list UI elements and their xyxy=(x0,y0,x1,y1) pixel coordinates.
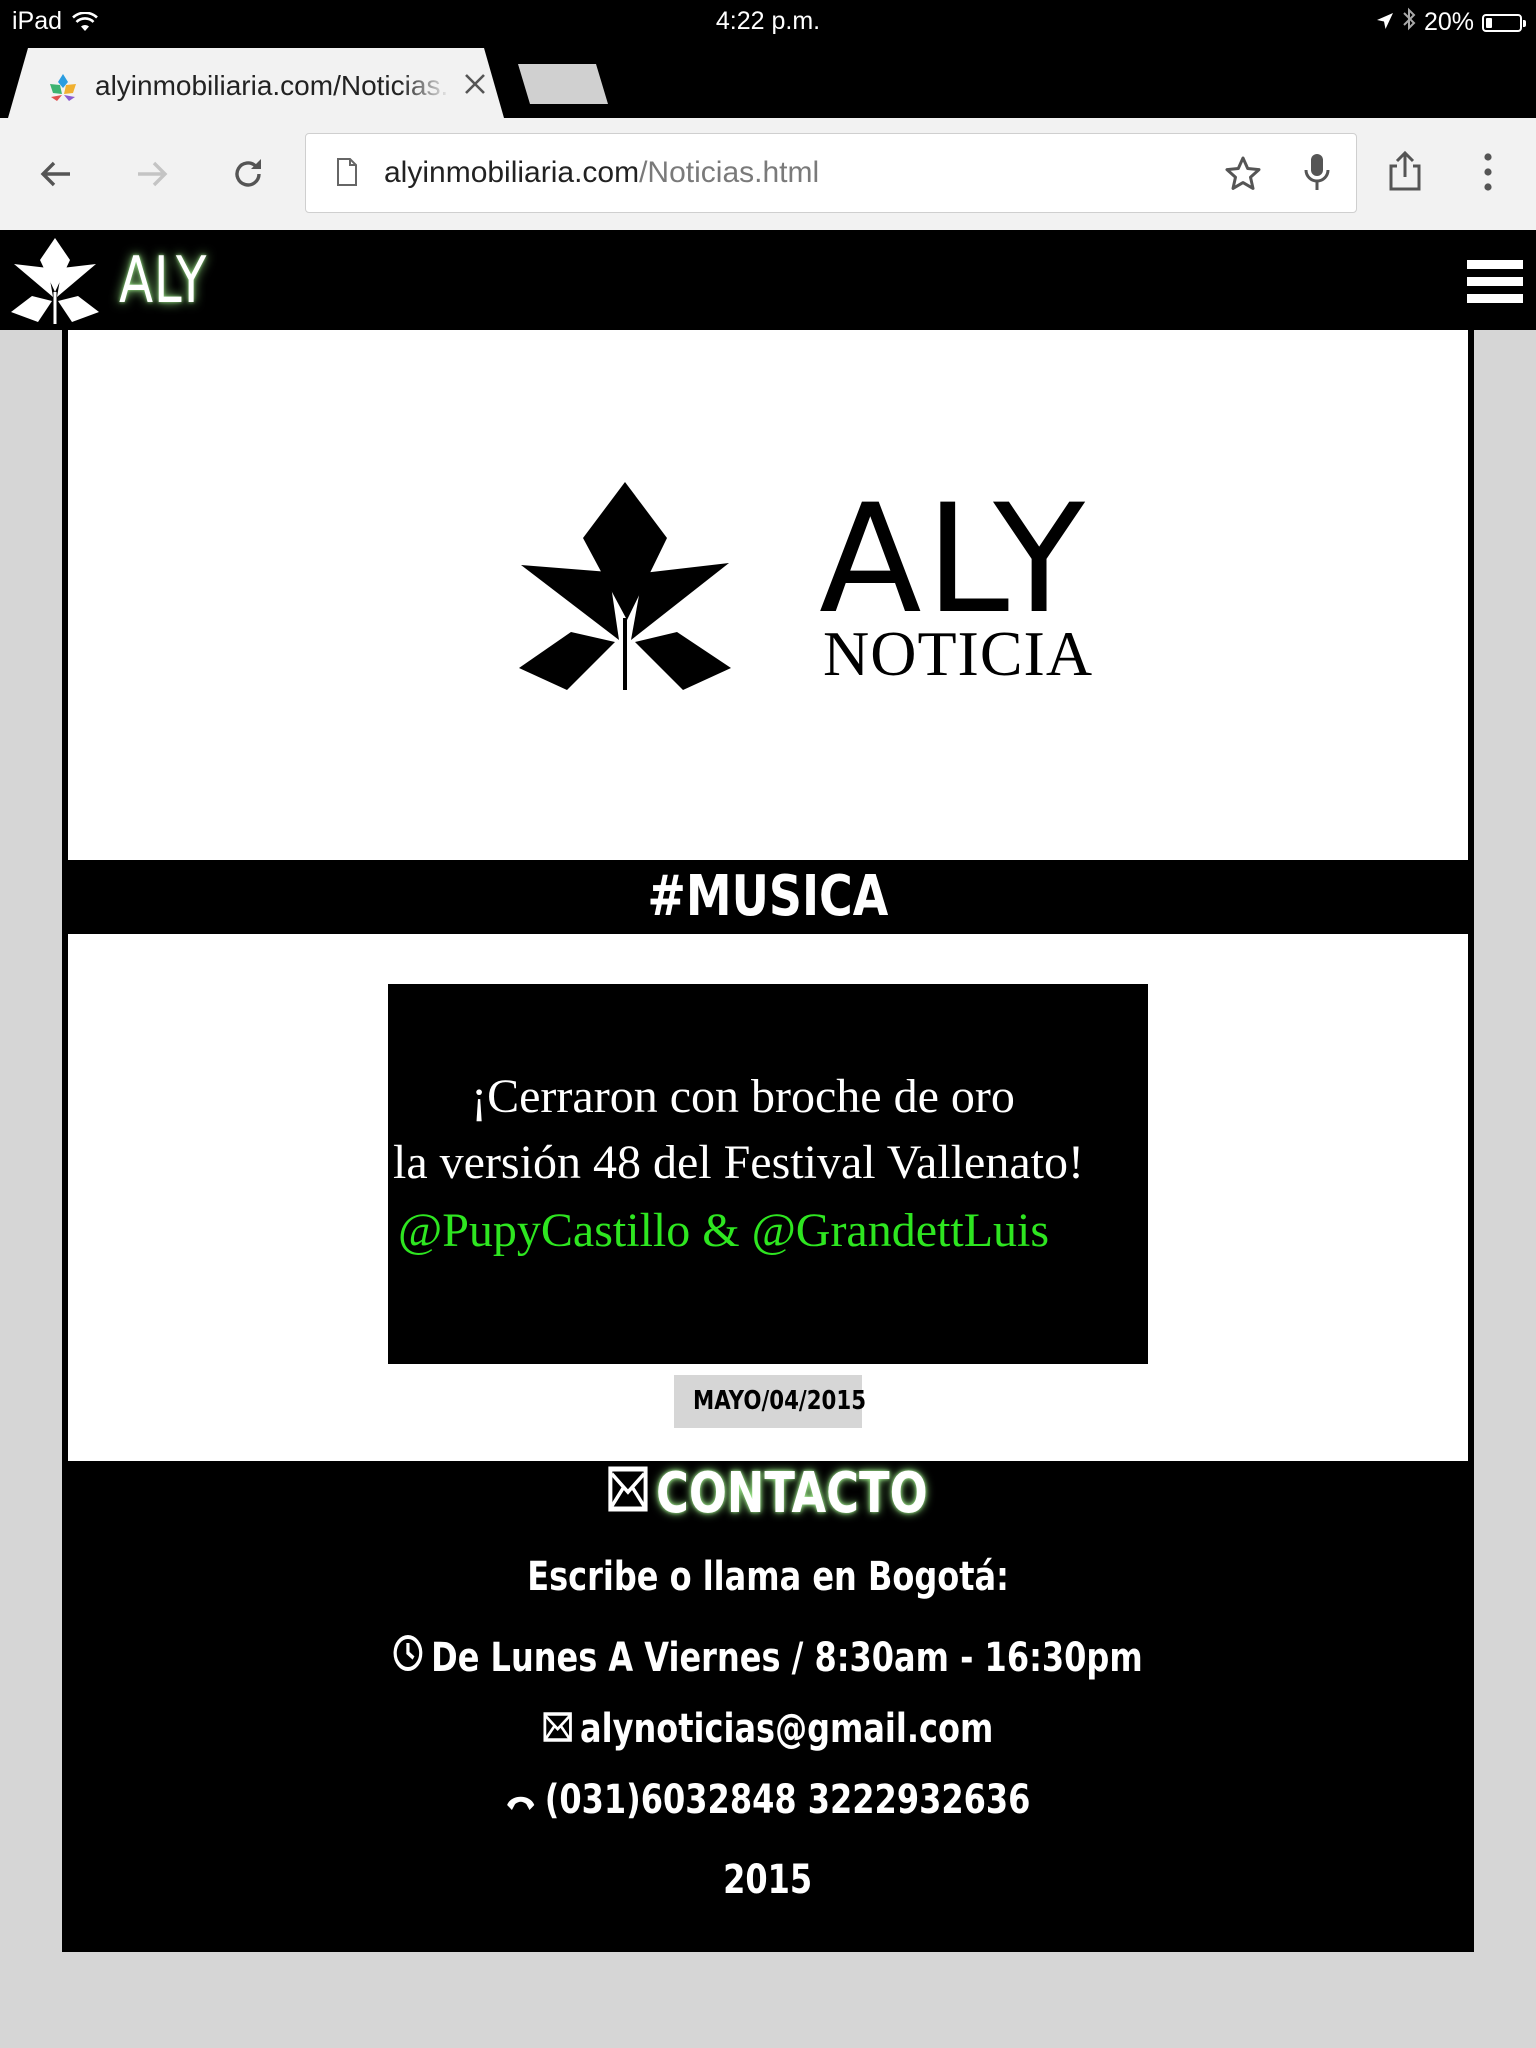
site-favicon-icon xyxy=(48,72,78,102)
contact-heading: CONTACTO xyxy=(62,1461,1474,1526)
forward-arrow-icon[interactable] xyxy=(134,156,170,192)
footer-year-text: 2015 xyxy=(723,1857,813,1903)
aly-noticia-leaf-logo-icon xyxy=(519,480,731,697)
date-badge: MAYO/04/2015 xyxy=(674,1375,866,1428)
contact-heading-label: CONTACTO xyxy=(656,1461,928,1526)
url-domain: alyinmobiliaria.com xyxy=(384,156,640,189)
browser-tab[interactable]: alyinmobiliaria.com/Noticias.html xyxy=(8,48,504,118)
browser-toolbar: alyinmobiliaria.com/Noticias.html xyxy=(0,118,1536,230)
logo-subtitle: NOTICIA xyxy=(823,618,1094,689)
email-envelope-icon xyxy=(543,1706,572,1752)
site-brand[interactable]: ALY xyxy=(119,244,207,318)
hamburger-menu-icon[interactable] xyxy=(1467,260,1523,309)
contact-section: CONTACTO Escribe o llama en Bogotá: De L… xyxy=(62,1461,1474,1952)
url-text: alyinmobiliaria.com/Noticias.html xyxy=(384,156,819,190)
reload-icon[interactable] xyxy=(230,156,266,192)
status-right: 20% xyxy=(1376,7,1526,38)
date-text: MAYO/04/2015 xyxy=(692,1386,867,1416)
news-card[interactable]: ¡Cerraron con broche de oro la versión 4… xyxy=(388,984,1148,1364)
microphone-icon[interactable] xyxy=(1302,152,1332,199)
more-menu-icon[interactable] xyxy=(1470,152,1506,191)
share-icon[interactable] xyxy=(1387,150,1423,191)
headline-mentions: @PupyCastillo & @GrandettLuis xyxy=(398,1204,1050,1257)
location-arrow-icon xyxy=(1376,8,1394,37)
logo-title: ALY xyxy=(819,473,1089,647)
contact-phone-text[interactable]: (031)6032848 3222932636 xyxy=(545,1777,1031,1823)
close-tab-icon[interactable] xyxy=(461,70,489,98)
status-bar: iPad 4:22 p.m. 20% xyxy=(0,0,1536,42)
bookmark-star-icon[interactable] xyxy=(1223,154,1263,199)
phone-icon xyxy=(505,1777,537,1823)
aly-leaf-logo-icon[interactable] xyxy=(10,234,100,331)
clock-icon xyxy=(393,1634,423,1682)
headline-line-1: ¡Cerraron con broche de oro xyxy=(471,1070,1015,1123)
new-tab-button[interactable] xyxy=(518,64,608,104)
envelope-icon xyxy=(608,1461,648,1526)
battery-percent: 20% xyxy=(1423,8,1474,36)
footer-year: 2015 xyxy=(62,1857,1474,1903)
contact-intro: Escribe o llama en Bogotá: xyxy=(62,1554,1474,1600)
battery-icon xyxy=(1482,13,1526,32)
url-path: /Noticias.html xyxy=(639,156,820,189)
hero-section: ALY NOTICIA xyxy=(68,330,1468,860)
headline-line-2: la versión 48 del Festival Vallenato! xyxy=(393,1136,1084,1189)
category-header: #MUSICA xyxy=(68,860,1468,934)
contact-email: alynoticias@gmail.com xyxy=(62,1706,1474,1752)
tab-title: alyinmobiliaria.com/Noticias.html xyxy=(95,70,450,101)
category-label: #MUSICA xyxy=(647,864,889,929)
page-icon xyxy=(336,158,358,191)
status-time: 4:22 p.m. xyxy=(715,7,821,35)
battery-level xyxy=(1486,17,1493,28)
contact-hours: De Lunes A Viernes / 8:30am - 16:30pm xyxy=(62,1634,1474,1682)
contact-phone: (031)6032848 3222932636 xyxy=(62,1777,1474,1823)
address-bar[interactable]: alyinmobiliaria.com/Noticias.html xyxy=(305,133,1357,213)
bluetooth-icon xyxy=(1402,7,1416,38)
article-section: ¡Cerraron con broche de oro la versión 4… xyxy=(68,934,1468,1461)
site-navbar: ALY xyxy=(0,230,1536,330)
contact-hours-text: De Lunes A Viernes / 8:30am - 16:30pm xyxy=(431,1635,1143,1681)
contact-email-link[interactable]: alynoticias@gmail.com xyxy=(580,1706,993,1752)
back-arrow-icon[interactable] xyxy=(38,156,74,192)
tab-strip: alyinmobiliaria.com/Noticias.html xyxy=(0,42,1536,118)
contact-intro-text: Escribe o llama en Bogotá: xyxy=(527,1554,1009,1600)
